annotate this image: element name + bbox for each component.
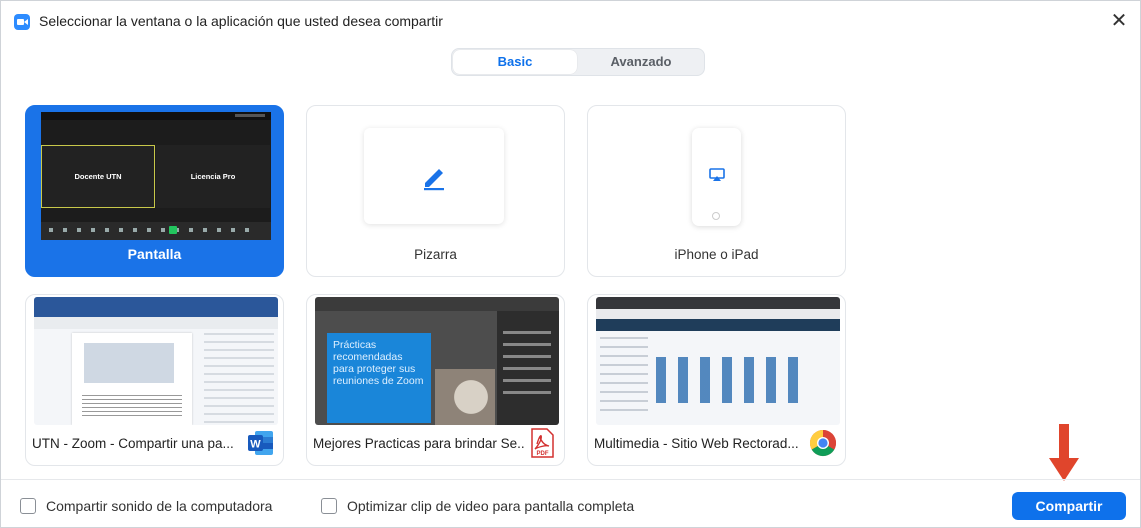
share-audio-checkbox[interactable] [20, 498, 36, 514]
share-window-chrome[interactable]: Multimedia - Sitio Web Rectorad... [587, 294, 846, 466]
option-label: Pizarra [414, 247, 457, 262]
option-label: Pantalla [127, 246, 182, 262]
optimize-video-label: Optimizar clip de video para pantalla co… [347, 498, 635, 514]
window-caption: Mejores Practicas para brindar Se... [313, 436, 525, 451]
airplay-icon [709, 168, 725, 181]
word-side-panel [204, 333, 274, 423]
pdf-label: PDF [537, 451, 549, 457]
document-page [72, 333, 192, 425]
toolbar-icons [49, 228, 259, 232]
pencil-icon [424, 169, 444, 191]
site-header [596, 319, 840, 331]
share-option-pantalla[interactable]: Docente UTN Licencia Pro Pantalla [25, 105, 284, 277]
tab-basic[interactable]: Basic [453, 50, 577, 74]
share-option-iphone-ipad[interactable]: iPhone o iPad [587, 105, 846, 277]
screen-preview-topbar [41, 112, 271, 120]
share-mode-tabs: Basic Avanzado [451, 48, 705, 76]
share-screen-icon [169, 226, 177, 234]
title-bar: Seleccionar la ventana o la aplicación q… [1, 1, 1140, 41]
video-tile: Licencia Pro [156, 145, 270, 208]
word-letter: W [250, 439, 261, 451]
tool-item [503, 379, 551, 382]
pdf-tools-panel [497, 311, 559, 425]
browser-tabs [596, 297, 840, 309]
window-caption: UTN - Zoom - Compartir una pa... [32, 436, 234, 451]
pdf-icon: PDF [531, 428, 554, 458]
tool-item [503, 355, 551, 358]
pdf-page-area: Prácticas recomendadas para proteger sus… [315, 311, 497, 425]
whiteboard-preview [364, 128, 504, 224]
document-text [82, 395, 182, 419]
pdf-cover-text: Prácticas recomendadas para proteger sus… [327, 333, 431, 423]
share-window-pdf[interactable]: Prácticas recomendadas para proteger sus… [306, 294, 565, 466]
window-preview [34, 297, 278, 425]
tool-item [503, 331, 551, 334]
dialog-footer: Compartir sonido de la computadora Optim… [1, 479, 1140, 527]
share-audio-option[interactable]: Compartir sonido de la computadora [20, 498, 272, 514]
document-image [84, 343, 174, 383]
zoom-logo-icon [14, 14, 30, 30]
annotation-arrow-icon [1049, 424, 1079, 481]
word-icon: W [248, 431, 273, 455]
pdf-cover-photo [435, 369, 495, 425]
home-button-icon [712, 212, 720, 220]
tab-avanzado[interactable]: Avanzado [579, 50, 703, 74]
chrome-icon [809, 429, 837, 457]
optimize-video-checkbox[interactable] [321, 498, 337, 514]
share-button[interactable]: Compartir [1012, 492, 1126, 520]
screen-preview: Docente UTN Licencia Pro [41, 112, 271, 240]
dialog-title: Seleccionar la ventana o la aplicación q… [39, 13, 443, 29]
option-label: iPhone o iPad [674, 247, 759, 262]
browser-address-bar [596, 309, 840, 319]
tool-item [503, 367, 551, 370]
word-toolbar [34, 317, 278, 329]
window-preview: Prácticas recomendadas para proteger sus… [315, 297, 559, 425]
window-caption: Multimedia - Sitio Web Rectorad... [594, 436, 799, 451]
meeting-controls-bar [41, 222, 271, 240]
close-button[interactable]: ✕ [1108, 10, 1130, 32]
word-ribbon [34, 297, 278, 317]
optimize-video-option[interactable]: Optimizar clip de video para pantalla co… [321, 498, 634, 514]
video-tile: Docente UTN [41, 145, 155, 208]
window-preview [596, 297, 840, 425]
share-option-pizarra[interactable]: Pizarra [306, 105, 565, 277]
folder-grid [656, 357, 806, 403]
share-window-word[interactable]: UTN - Zoom - Compartir una pa... W [25, 294, 284, 466]
share-audio-label: Compartir sonido de la computadora [46, 498, 273, 514]
site-sidebar [600, 337, 648, 417]
tool-item [503, 343, 551, 346]
phone-preview [692, 128, 741, 226]
share-screen-dialog: Seleccionar la ventana o la aplicación q… [0, 0, 1141, 528]
pdf-toolbar [315, 297, 559, 311]
tool-item [503, 391, 551, 394]
